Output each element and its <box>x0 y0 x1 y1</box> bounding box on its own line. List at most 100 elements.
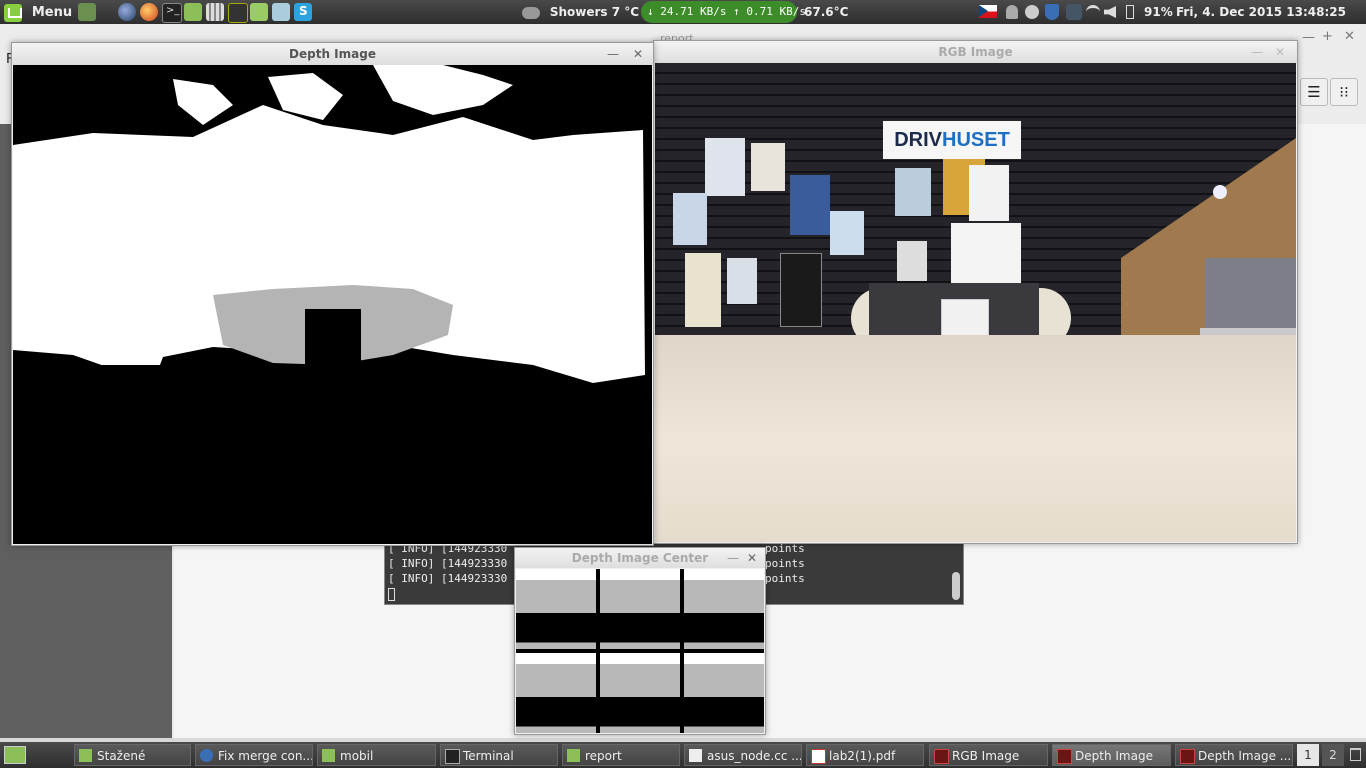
terminal-line-suffix: points <box>765 557 805 570</box>
poster <box>951 223 1021 285</box>
taskbar-item[interactable]: Depth Image ... <box>1175 744 1293 766</box>
poster <box>830 211 864 255</box>
folder-icon <box>322 749 335 762</box>
list-view-icon[interactable]: ☰ <box>1300 78 1328 106</box>
folder-icon <box>567 749 580 762</box>
bottom-panel: Stažené Fix merge con... mobil Terminal … <box>0 742 1366 768</box>
poster <box>897 241 927 281</box>
minimize-icon[interactable]: — <box>607 43 619 65</box>
poster <box>751 143 785 191</box>
window-title: Depth Image <box>12 43 653 65</box>
taskbar-label: asus_node.cc ... <box>707 749 802 763</box>
weather-applet[interactable]: Showers 7 °C <box>522 0 639 24</box>
shield-icon[interactable] <box>1045 4 1059 20</box>
rgb-camera-image: DRIVHUSET <box>655 63 1296 542</box>
drivhuset-sign: DRIVHUSET <box>883 121 1021 159</box>
taskbar-label: RGB Image <box>952 749 1020 763</box>
taskbar-item[interactable]: report <box>562 744 680 766</box>
pdf-icon <box>811 749 826 764</box>
compact-view-icon[interactable]: ⁝⁝ <box>1330 78 1358 106</box>
workspace-2[interactable]: 2 <box>1322 744 1344 766</box>
sign-brand-part1: DRIV <box>894 129 942 151</box>
poster <box>727 258 757 304</box>
taskbar-label: report <box>585 749 622 763</box>
poster <box>780 253 822 327</box>
poster <box>705 138 745 196</box>
close-icon[interactable]: ✕ <box>747 547 757 569</box>
workspace-1[interactable]: 1 <box>1297 744 1319 766</box>
czech-flag-icon[interactable] <box>979 5 997 18</box>
cpu-temperature: 67.6°C <box>804 5 849 19</box>
browser-icon <box>200 749 213 762</box>
show-desktop-button[interactable] <box>4 746 26 764</box>
close-icon[interactable]: ✕ <box>1275 41 1285 63</box>
trash-icon[interactable] <box>1350 748 1361 761</box>
taskbar-label: Stažené <box>97 749 146 763</box>
terminal-line-suffix: points <box>765 542 805 555</box>
battery-percent: 91% <box>1144 5 1173 19</box>
taskbar-label: Depth Image ... <box>1198 749 1292 763</box>
volume-icon[interactable] <box>1104 6 1116 18</box>
mint-logo-icon <box>4 3 22 22</box>
user-icon[interactable] <box>1006 5 1018 19</box>
files-icon[interactable] <box>184 3 202 21</box>
minimize-icon[interactable]: — <box>727 547 739 569</box>
depth-map-graphic <box>13 65 645 385</box>
wifi-icon[interactable] <box>1086 5 1100 19</box>
taskbar-item[interactable]: mobil <box>317 744 436 766</box>
wall-lamp-icon <box>1213 185 1227 199</box>
depth-tile <box>516 569 596 649</box>
web-browser-icon[interactable] <box>118 3 136 21</box>
close-icon[interactable]: ✕ <box>1344 29 1355 44</box>
depth-tile <box>516 653 596 733</box>
update-icon[interactable] <box>1025 5 1039 19</box>
taskbar-label: Fix merge con... <box>218 749 313 763</box>
depth-tile <box>684 653 764 733</box>
poster <box>895 168 931 216</box>
taskbar-item[interactable]: Fix merge con... <box>195 744 313 766</box>
poster <box>790 175 830 235</box>
taskbar-item[interactable]: RGB Image <box>929 744 1048 766</box>
taskbar-item[interactable]: lab2(1).pdf <box>806 744 924 766</box>
menu-button[interactable]: Menu <box>4 0 72 24</box>
close-icon[interactable]: ✕ <box>633 43 643 65</box>
taskbar-label: Depth Image <box>1075 749 1153 763</box>
folder-icon <box>79 749 92 762</box>
calculator-icon[interactable] <box>206 3 224 21</box>
minimize-icon[interactable]: — <box>1302 30 1315 45</box>
terminal-cursor <box>388 588 395 601</box>
net-up: ↑ 0.71 KB/s <box>733 5 806 18</box>
depth-image-window[interactable]: Depth Image — ✕ <box>11 42 654 546</box>
image-window-icon <box>1180 749 1195 764</box>
taskbar-item[interactable]: Terminal <box>440 744 558 766</box>
terminal-scrollbar[interactable] <box>952 572 960 600</box>
shelf <box>1205 258 1296 328</box>
battery-icon[interactable] <box>1126 5 1134 19</box>
depth-tile <box>684 569 764 649</box>
maximize-icon[interactable]: + <box>1322 29 1333 44</box>
clock[interactable]: Fri, 4. Dec 2015 13:48:25 <box>1176 0 1346 24</box>
rgb-image-window[interactable]: RGB Image — ✕ DRIVHUSET <box>653 40 1298 544</box>
depth-tile <box>600 569 680 649</box>
table-surface <box>655 335 1296 542</box>
terminal-icon <box>445 749 460 764</box>
net-down: ↓ 24.71 KB/s <box>647 5 727 18</box>
package-icon[interactable] <box>272 3 290 21</box>
terminal-line-suffix: points <box>765 572 805 585</box>
taskbar-item[interactable]: Stažené <box>74 744 191 766</box>
firefox-icon[interactable] <box>140 3 158 21</box>
system-monitor-icon[interactable] <box>228 3 248 23</box>
depth-center-window[interactable]: Depth Image Center — ✕ <box>514 547 766 735</box>
taskbar-item[interactable]: asus_node.cc ... <box>684 744 802 766</box>
weather-text: Showers 7 °C <box>549 5 640 19</box>
show-desktop-icon[interactable] <box>78 3 96 21</box>
taskbar-item[interactable]: Depth Image <box>1052 744 1171 766</box>
terminal-icon[interactable]: >_ <box>162 3 182 23</box>
poster <box>969 165 1009 221</box>
bluetooth-icon[interactable] <box>1066 4 1082 20</box>
install-icon[interactable] <box>250 3 268 21</box>
skype-icon[interactable]: S <box>294 3 312 21</box>
cloud-icon <box>522 6 540 19</box>
top-panel: Menu >_ S Showers 7 °C ↓ 24.71 KB/s ↑ 0.… <box>0 0 1366 24</box>
minimize-icon[interactable]: — <box>1251 41 1263 63</box>
